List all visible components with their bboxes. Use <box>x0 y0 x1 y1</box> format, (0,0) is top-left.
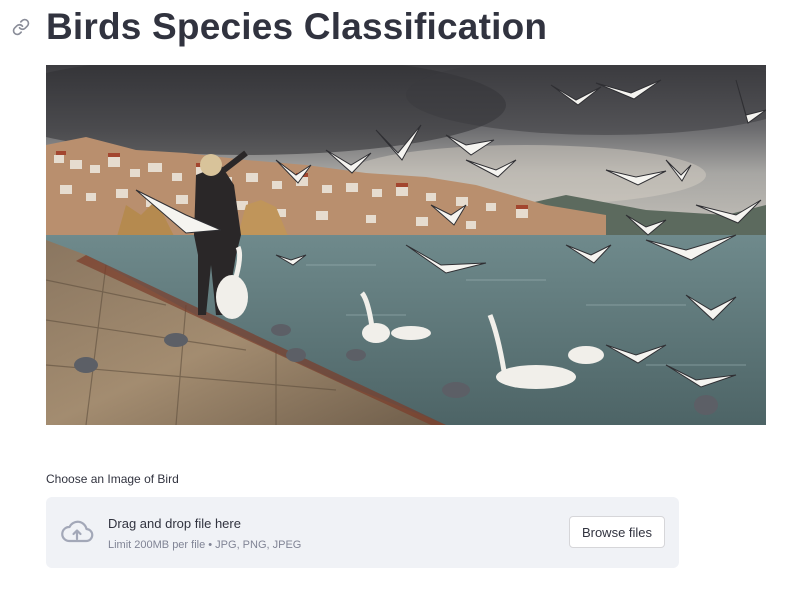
app-page: Birds Species Classification Choose an I… <box>0 0 808 592</box>
uploader-label: Choose an Image of Bird <box>46 472 179 486</box>
dropzone-limit-text: Limit 200MB per file • JPG, PNG, JPEG <box>108 539 302 551</box>
file-dropzone[interactable]: Drag and drop file here Limit 200MB per … <box>46 497 679 568</box>
link-icon[interactable] <box>12 18 30 36</box>
page-title: Birds Species Classification <box>46 6 548 47</box>
cloud-upload-icon <box>60 519 94 545</box>
dropzone-instructions: Drag and drop file here <box>108 516 241 531</box>
browse-files-button[interactable]: Browse files <box>569 516 665 548</box>
hero-image <box>46 65 766 425</box>
